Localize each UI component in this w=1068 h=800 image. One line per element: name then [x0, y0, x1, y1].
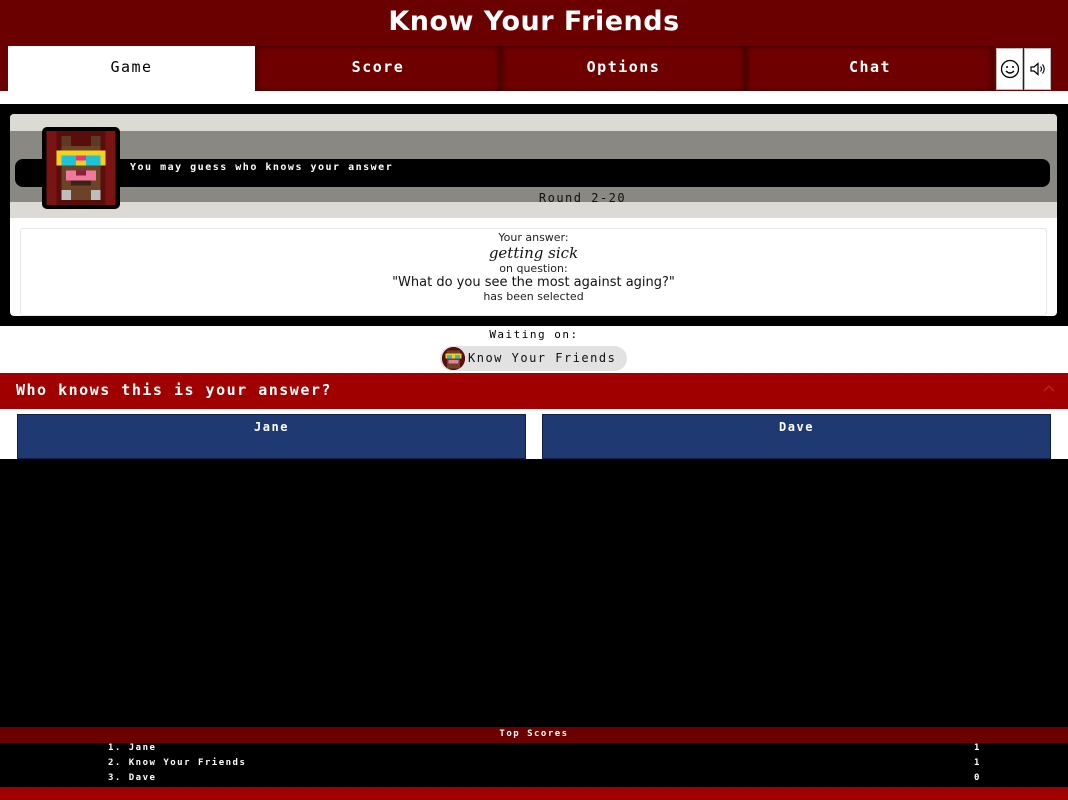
score-value: 1: [974, 758, 981, 768]
game-message: You may guess who knows your answer: [15, 159, 1050, 187]
game-panel: You may guess who knows your answer Roun…: [0, 104, 1068, 326]
who-knows-header[interactable]: Who knows this is your answer?: [0, 373, 1068, 409]
main-nav: Game Score Options Chat: [0, 45, 1068, 91]
guess-player-jane[interactable]: Jane: [17, 414, 526, 459]
score-row: 3. Dave 0: [0, 773, 1068, 788]
cat-avatar-icon: [46, 131, 116, 205]
game-message-text: You may guess who knows your answer: [130, 162, 394, 173]
on-question-label: on question:: [499, 262, 568, 275]
score-name: 3. Dave: [108, 773, 157, 783]
tab-game[interactable]: Game: [8, 46, 255, 91]
nav-underline: [0, 91, 1068, 104]
game-card: You may guess who knows your answer Roun…: [10, 114, 1057, 316]
smiley-icon: [1000, 59, 1019, 79]
sound-button[interactable]: [1024, 48, 1051, 90]
player-avatar: [42, 127, 120, 209]
question-text: "What do you see the most against aging?…: [392, 275, 675, 290]
score-row: 2. Know Your Friends 1: [0, 758, 1068, 773]
answer-text: getting sick: [488, 244, 579, 262]
speaker-icon: [1029, 62, 1045, 76]
score-row: 1. Jane 1: [0, 743, 1068, 758]
your-answer-label: Your answer:: [498, 231, 569, 244]
chevron-up-icon[interactable]: [1042, 383, 1056, 393]
score-value: 0: [974, 773, 981, 783]
status-band: You may guess who knows your answer Roun…: [10, 131, 1057, 205]
emoji-button[interactable]: [996, 48, 1023, 90]
footer-bar: [0, 787, 1068, 800]
card-top: You may guess who knows your answer Roun…: [10, 114, 1057, 218]
round-indicator: Round 2-20: [538, 191, 627, 205]
score-name: 2. Know Your Friends: [108, 758, 247, 768]
score-value: 1: [974, 743, 981, 753]
tab-chat[interactable]: Chat: [746, 46, 994, 91]
chip-avatar: [442, 347, 465, 370]
answer-summary: Your answer: getting sick on question: "…: [20, 228, 1047, 316]
empty-area: [0, 459, 1068, 727]
waiting-player-name: Know Your Friends: [468, 351, 617, 365]
tab-score[interactable]: Score: [255, 46, 501, 91]
app-header: Know Your Friends: [0, 0, 1068, 45]
cat-avatar-icon: [442, 347, 465, 370]
score-name: 1. Jane: [108, 743, 157, 753]
guess-player-dave[interactable]: Dave: [542, 414, 1051, 459]
waiting-player-chip: Know Your Friends: [440, 346, 627, 371]
who-knows-title: Who knows this is your answer?: [16, 381, 332, 399]
selected-label: has been selected: [483, 290, 584, 303]
top-scores-title: Top Scores: [0, 727, 1068, 743]
top-scores-list: 1. Jane 1 2. Know Your Friends 1 3. Dave…: [0, 743, 1068, 787]
waiting-section: Waiting on: Know Your Friends: [0, 326, 1068, 373]
guess-options: Jane Dave: [0, 409, 1068, 459]
waiting-label: Waiting on:: [489, 328, 579, 341]
app-title: Know Your Friends: [388, 6, 680, 37]
tab-options[interactable]: Options: [501, 46, 746, 91]
